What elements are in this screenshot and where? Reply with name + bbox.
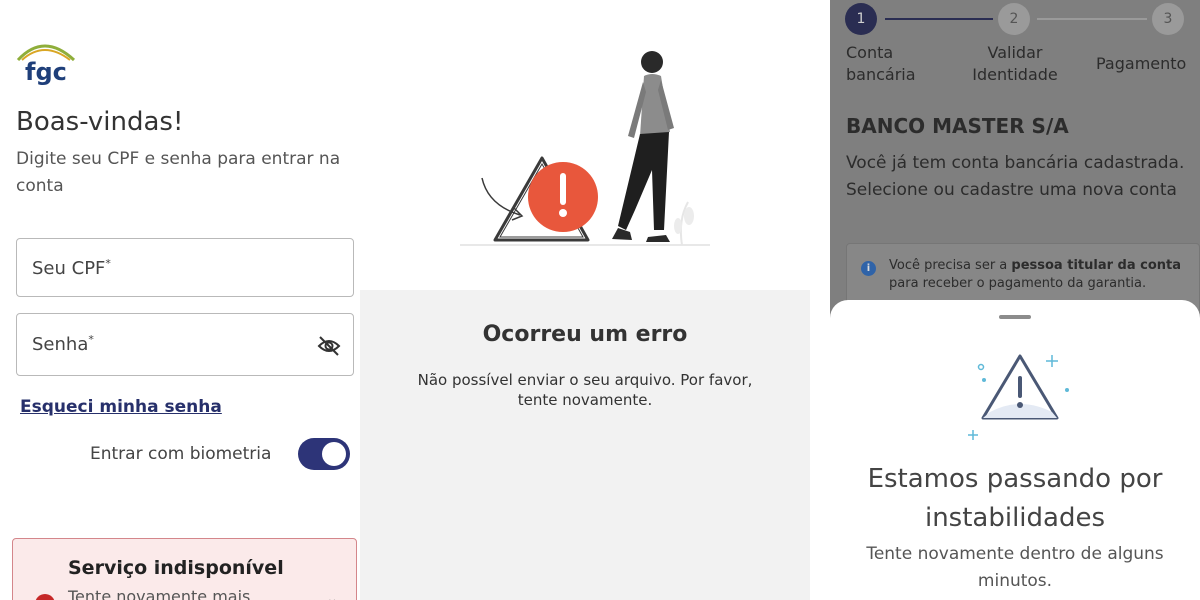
login-subtitle: Digite seu CPF e senha para entrar na co… [16,149,341,196]
forgot-password-link[interactable]: Esqueci minha senha [20,397,222,417]
chevron-down-icon[interactable]: ⌄ [326,591,338,600]
biometric-toggle[interactable] [298,438,350,470]
welcome-title: Boas-vindas! [16,107,184,137]
info-icon: i [861,261,876,276]
step-connector-1 [885,18,993,20]
logo-text: fgc [25,58,67,86]
step-connector-2 [1037,18,1147,20]
modal-title: Estamos passando por instabilidades [867,464,1163,533]
bank-description: Você já tem conta bancária cadastrada. S… [846,153,1185,200]
step-2-indicator: 2 [998,3,1030,35]
service-unavailable-alert: Serviço indisponível Tente novamente mai… [12,538,357,600]
drag-handle[interactable] [999,315,1031,319]
cpf-placeholder: Seu CPF* [32,257,111,279]
toggle-knob [322,442,346,466]
step-3-label: Pagamento [1096,54,1187,73]
error-title: Ocorreu um erro [482,322,688,347]
step-1-indicator: 1 [845,3,877,35]
step-1-label: Conta bancária [846,43,916,84]
error-screen: Ocorreu um erro Não possível enviar o se… [360,0,810,600]
info-text: Você precisa ser a pessoa titular da con… [889,258,1182,291]
error-message: Não possível enviar o seu arquivo. Por f… [417,371,753,409]
eye-off-icon[interactable] [317,335,341,357]
bank-name: BANCO MASTER S/A [846,114,1069,138]
error-icon [35,594,55,600]
biometric-label: Entrar com biometria [90,444,272,464]
password-input[interactable]: Senha* [16,313,354,376]
instability-modal: Estamos passando por instabilidades Tent… [830,300,1200,600]
modal-message: Tente novamente dentro de alguns minutos… [866,544,1164,591]
password-placeholder: Senha* [32,333,94,355]
step-2-label: Validar Identidade [972,43,1058,84]
alert-title: Serviço indisponível [68,557,284,579]
fgc-logo: fgc [14,34,78,90]
error-illustration [460,51,710,246]
cpf-input[interactable]: Seu CPF* [16,238,354,297]
step-3-indicator: 3 [1152,3,1184,35]
login-screen: fgc Boas-vindas! Digite seu CPF e senha … [0,0,360,600]
payment-screen: 1 2 3 Conta bancária Validar Identidade … [830,0,1200,600]
warning-icon [968,354,1069,440]
alert-message: Tente novamente mais [68,587,251,600]
